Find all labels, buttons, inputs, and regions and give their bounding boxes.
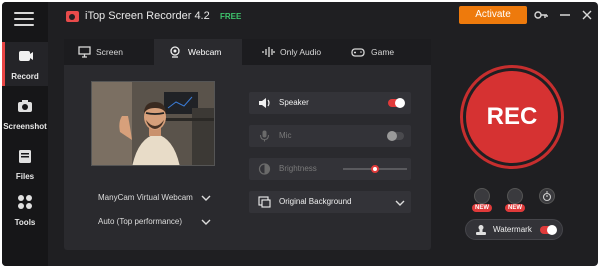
background-select[interactable]: Original Background: [249, 191, 411, 213]
sidebar: Record Screenshot Files Tools: [2, 2, 48, 266]
tab-label: Only Audio: [280, 47, 322, 57]
tools-icon: [18, 195, 32, 209]
webcam-device-select[interactable]: ManyCam Virtual Webcam: [91, 188, 215, 208]
mode-tabs: Screen Webcam Only Audio Game: [64, 39, 431, 65]
webcam-device-value: ManyCam Virtual Webcam: [98, 193, 193, 202]
close-icon[interactable]: [580, 8, 594, 22]
mic-toggle[interactable]: [387, 131, 404, 141]
tab-label: Screen: [96, 47, 123, 57]
chevron-down-icon: [395, 200, 405, 206]
main-panel: Screen Webcam Only Audio Game ManyCam Vi…: [64, 39, 431, 250]
monitor-icon: [78, 46, 91, 58]
sidebar-item-label: Files: [15, 172, 35, 181]
sidebar-item-screenshot[interactable]: Screenshot: [2, 92, 48, 136]
speaker-label: Speaker: [279, 98, 309, 107]
new-badge: NEW: [472, 204, 492, 212]
timer-icon[interactable]: [539, 188, 555, 204]
microphone-icon: [259, 130, 270, 142]
tab-only-audio[interactable]: Only Audio: [242, 39, 334, 65]
webcam-preview: [91, 81, 215, 166]
sidebar-item-label: Screenshot: [3, 122, 47, 131]
app-title: iTop Screen Recorder 4.2: [85, 10, 210, 22]
toggle-knob: [547, 225, 557, 235]
app-logo-icon: [66, 11, 79, 22]
tab-webcam[interactable]: Webcam: [154, 39, 242, 65]
speaker-toggle[interactable]: [388, 98, 405, 108]
gamepad-icon: [351, 48, 365, 57]
hamburger-menu-icon[interactable]: [14, 12, 34, 28]
webcam-icon: [170, 46, 180, 58]
files-icon: [19, 150, 31, 163]
sidebar-item-label: Tools: [14, 218, 36, 227]
edition-badge: FREE: [220, 12, 242, 21]
brightness-slider[interactable]: [343, 165, 407, 173]
tab-label: Webcam: [188, 47, 222, 57]
sidebar-item-label: Record: [11, 72, 39, 81]
watermark-toggle[interactable]: [540, 225, 557, 235]
record-icon: [19, 51, 33, 61]
new-badge: NEW: [505, 204, 525, 212]
rec-button[interactable]: REC: [466, 71, 558, 163]
tab-screen[interactable]: Screen: [64, 39, 154, 65]
chevron-down-icon: [201, 219, 211, 225]
sidebar-item-files[interactable]: Files: [2, 142, 48, 186]
mic-row: Mic: [249, 125, 411, 147]
speaker-icon: [259, 98, 270, 108]
brightness-icon: [258, 163, 271, 175]
performance-select[interactable]: Auto (Top performance): [91, 212, 215, 232]
watermark-label: Watermark: [493, 225, 532, 234]
stamp-icon: [476, 225, 486, 235]
webcam-preview-image: [92, 82, 214, 165]
sidebar-item-tools[interactable]: Tools: [2, 188, 48, 232]
watermark-control: Watermark: [465, 219, 563, 240]
slider-thumb[interactable]: [371, 165, 379, 173]
chevron-down-icon: [201, 195, 211, 201]
toggle-knob: [387, 131, 397, 141]
sidebar-item-record[interactable]: Record: [2, 42, 48, 86]
app-window: Record Screenshot Files Tools iTop Scree…: [2, 2, 598, 266]
performance-value: Auto (Top performance): [98, 217, 183, 226]
speaker-row: Speaker: [249, 92, 411, 114]
background-icon: [258, 196, 271, 208]
background-value: Original Background: [279, 197, 352, 206]
stopwatch-icon: [542, 191, 552, 202]
brightness-label: Brightness: [279, 164, 317, 173]
minimize-icon[interactable]: [558, 8, 572, 22]
title-bar: iTop Screen Recorder 4.2 FREE Activate: [48, 2, 598, 30]
toggle-knob: [395, 98, 405, 108]
mic-label: Mic: [279, 131, 292, 140]
schedule-icon[interactable]: [474, 188, 490, 204]
camera-icon: [18, 100, 32, 112]
auto-split-icon[interactable]: [507, 188, 523, 204]
key-icon[interactable]: [534, 8, 548, 22]
tab-label: Game: [371, 47, 395, 57]
activate-button[interactable]: Activate: [459, 6, 527, 24]
tab-game[interactable]: Game: [334, 39, 431, 65]
audio-wave-icon: [262, 47, 275, 57]
brightness-row: Brightness: [249, 158, 411, 180]
